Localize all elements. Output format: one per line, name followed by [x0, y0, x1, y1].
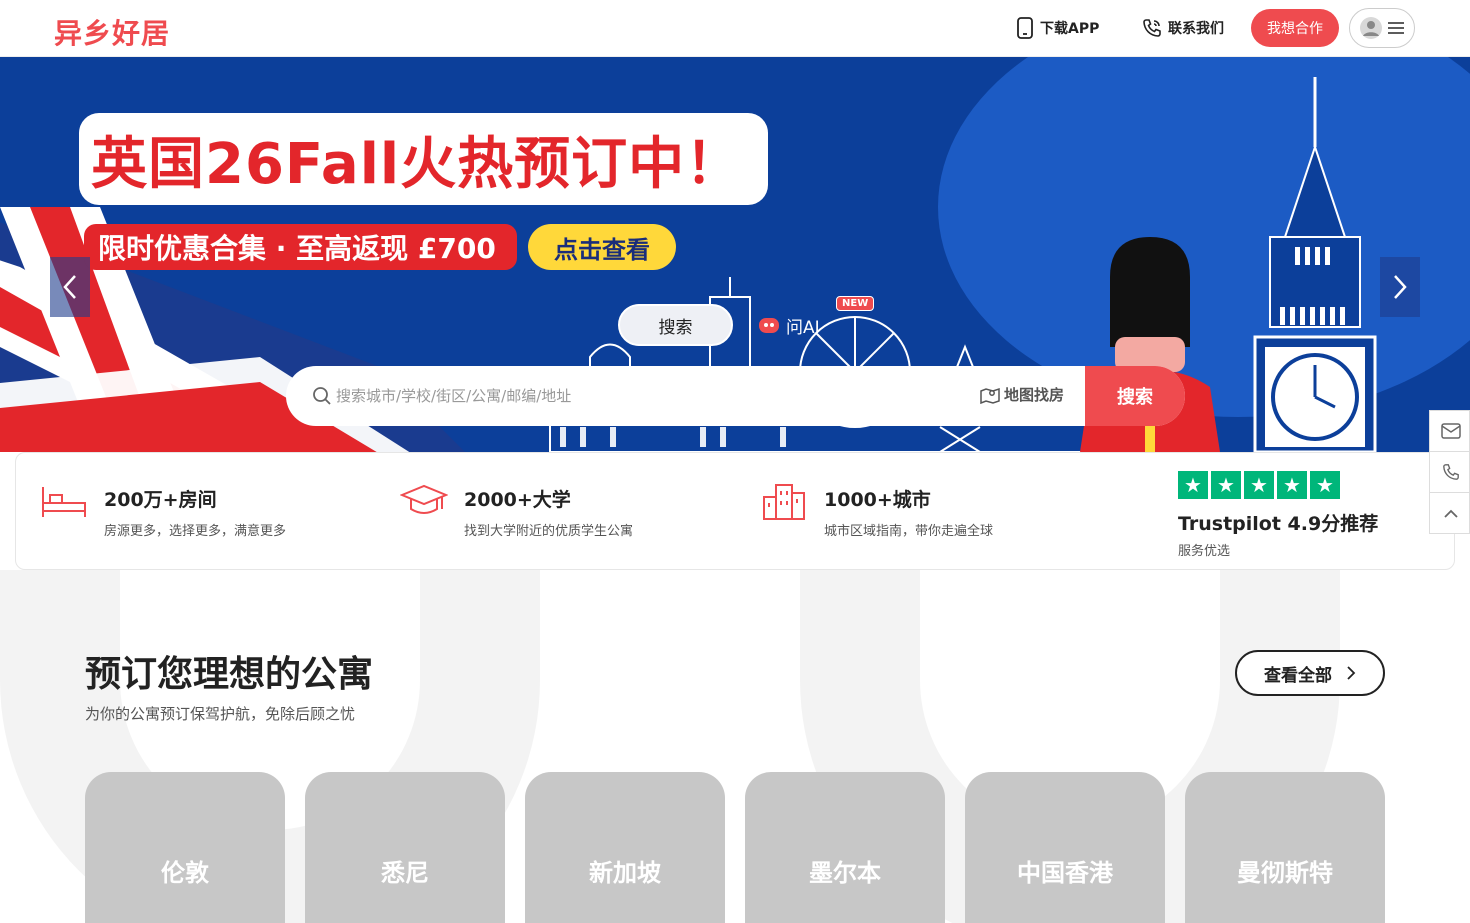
- chevron-right-icon: [1347, 666, 1356, 680]
- promo-text: 限时优惠合集 · 至高返现 £700: [98, 232, 496, 265]
- view-all-button[interactable]: 查看全部: [1235, 650, 1385, 696]
- site-header: 异乡好居 下载APP 联系我们 我想合作: [0, 0, 1470, 57]
- download-app-label: 下载APP: [1040, 21, 1100, 37]
- bed-icon: [42, 487, 86, 517]
- map-search-label: 地图找房: [1004, 386, 1065, 404]
- user-menu-button[interactable]: [1349, 8, 1415, 48]
- trustpilot-rating[interactable]: ★ ★ ★ ★ ★ Trustpilot 4.9分推荐 服务优选: [1178, 471, 1378, 559]
- city-name: 墨尔本: [809, 858, 881, 887]
- logo[interactable]: 异乡好居: [54, 12, 170, 52]
- city-name: 伦敦: [161, 858, 209, 887]
- back-to-top-button[interactable]: [1430, 493, 1470, 534]
- chevron-right-icon: [1394, 275, 1407, 299]
- feature-desc: 找到大学附近的优质学生公寓: [464, 524, 634, 539]
- contact-us-link[interactable]: 联系我们: [1142, 16, 1224, 40]
- phone-icon: [1442, 464, 1459, 480]
- contact-us-label: 联系我们: [1168, 21, 1224, 37]
- feature-cities: 1000+城市 城市区域指南，带你走遍全球: [760, 481, 993, 539]
- city-card-london[interactable]: 伦敦: [85, 772, 285, 923]
- city-card-singapore[interactable]: 新加坡: [525, 772, 725, 923]
- section-subtitle: 为你的公寓预订保驾护航，免除后顾之忧: [85, 705, 356, 723]
- search-bar: 地图找房 搜索: [286, 366, 1185, 426]
- star-icon: ★: [1244, 471, 1274, 499]
- city-buildings-icon: [763, 484, 805, 520]
- banner-headline: 英国26Fall火热预订中！: [91, 131, 743, 197]
- search-icon: [313, 387, 331, 405]
- side-toolbar: [1429, 410, 1470, 534]
- trustpilot-title: Trustpilot 4.9分推荐: [1178, 513, 1379, 535]
- map-search-link[interactable]: 地图找房: [980, 384, 1064, 405]
- city-name: 悉尼: [381, 858, 429, 887]
- side-phone-button[interactable]: [1430, 452, 1470, 493]
- feature-title: 2000+大学: [464, 489, 571, 511]
- tab-search[interactable]: 搜索: [618, 304, 733, 346]
- section-title: 预订您理想的公寓: [85, 654, 374, 695]
- avatar-icon: [1360, 17, 1382, 39]
- star-icon: ★: [1277, 471, 1307, 499]
- chevron-left-icon: [63, 275, 76, 299]
- hero-banner[interactable]: 英国26Fall火热预订中！ 限时优惠合集 · 至高返现 £700 点击查看 搜…: [0, 57, 1470, 452]
- new-badge: NEW: [836, 296, 875, 311]
- ask-ai-label: 问AI: [786, 317, 820, 338]
- city-card-manchester[interactable]: 曼彻斯特: [1185, 772, 1385, 923]
- search-input[interactable]: [336, 378, 936, 414]
- hamburger-menu-icon: [1388, 22, 1404, 34]
- trustpilot-stars: ★ ★ ★ ★ ★: [1178, 471, 1378, 499]
- view-all-label: 查看全部: [1264, 665, 1332, 686]
- feature-desc: 城市区域指南，带你走遍全球: [824, 524, 994, 539]
- star-icon: ★: [1310, 471, 1340, 499]
- city-name: 曼彻斯特: [1237, 858, 1333, 887]
- phone-device-icon: [1017, 17, 1033, 39]
- headline-card: 英国26Fall火热预订中！: [79, 113, 768, 205]
- feature-desc: 房源更多，选择更多，满意更多: [104, 524, 287, 539]
- carousel-next-button[interactable]: [1380, 257, 1420, 317]
- promo-tag: 限时优惠合集 · 至高返现 £700: [84, 224, 517, 270]
- mail-icon: [1440, 423, 1461, 439]
- carousel-prev-button[interactable]: [50, 257, 90, 317]
- feature-title: 1000+城市: [824, 489, 931, 511]
- search-button[interactable]: 搜索: [1085, 366, 1185, 426]
- features-strip: 200万+房间 房源更多，选择更多，满意更多 2000+大学 找到大学附近的优质…: [15, 452, 1455, 570]
- map-location-icon: [980, 387, 1000, 404]
- chevron-up-icon: [1443, 509, 1458, 518]
- star-icon: ★: [1178, 471, 1208, 499]
- feature-title: 200万+房间: [104, 489, 217, 511]
- search-mode-tabs: 搜索 问AI NEW: [618, 296, 888, 348]
- big-ben-illustration: [1253, 77, 1377, 452]
- city-name: 新加坡: [589, 858, 661, 887]
- phone-call-icon: [1143, 19, 1161, 37]
- ai-robot-icon: [759, 318, 779, 333]
- city-card-melbourne[interactable]: 墨尔本: [745, 772, 945, 923]
- feature-universities: 2000+大学 找到大学附近的优质学生公寓: [400, 481, 633, 539]
- view-promo-button[interactable]: 点击查看: [528, 224, 676, 270]
- graduation-cap-icon: [400, 484, 448, 514]
- trustpilot-sub: 服务优选: [1178, 544, 1231, 559]
- feature-rooms: 200万+房间 房源更多，选择更多，满意更多: [40, 481, 286, 539]
- city-name: 中国香港: [1017, 858, 1113, 887]
- tab-ask-ai[interactable]: 问AI: [758, 304, 820, 346]
- download-app-link[interactable]: 下载APP: [1016, 16, 1099, 40]
- cooperate-button[interactable]: 我想合作: [1251, 9, 1339, 47]
- city-card-hong-kong[interactable]: 中国香港: [965, 772, 1165, 923]
- city-card-sydney[interactable]: 悉尼: [305, 772, 505, 923]
- side-message-button[interactable]: [1430, 411, 1470, 452]
- star-icon: ★: [1211, 471, 1241, 499]
